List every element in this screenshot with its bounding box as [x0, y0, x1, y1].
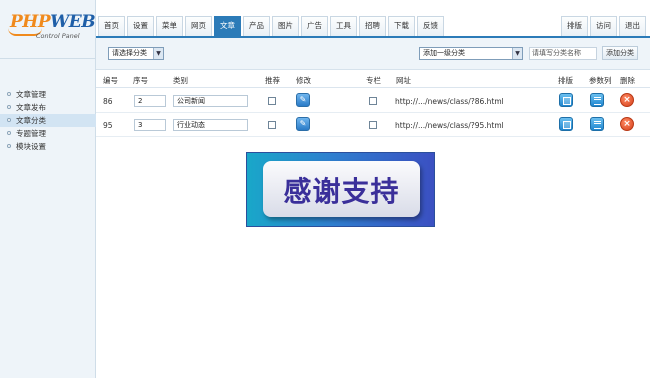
- sidebar-item-topic-manage[interactable]: 专题管理: [0, 127, 96, 140]
- header-order: 序号: [133, 76, 148, 85]
- header-recommend: 推荐: [265, 76, 280, 85]
- column-checkbox[interactable]: [369, 97, 377, 105]
- tab-menu[interactable]: 菜单: [156, 16, 183, 36]
- tab-home[interactable]: 首页: [98, 16, 125, 36]
- sidebar-item-article-publish[interactable]: 文章发布: [0, 101, 96, 114]
- recommend-checkbox[interactable]: [268, 121, 276, 129]
- tab-articles[interactable]: 文章: [214, 16, 241, 36]
- header-edit: 修改: [296, 76, 311, 85]
- phpweb-logo: PHPWEB Control Panel: [8, 12, 96, 46]
- sidebar-menu: 文章管理 文章发布 文章分类 专题管理 模块设置: [0, 88, 96, 153]
- bullet-icon: [7, 131, 11, 135]
- header-id: 编号: [103, 76, 118, 85]
- tab-tools[interactable]: 工具: [330, 16, 357, 36]
- logo-brand-web: WEB: [50, 12, 96, 32]
- sidebar-item-module-settings[interactable]: 模块设置: [0, 140, 96, 153]
- sidebar-item-label: 专题管理: [16, 129, 46, 138]
- tab-jobs[interactable]: 招聘: [359, 16, 386, 36]
- params-list-icon[interactable]: [590, 117, 604, 131]
- category-url: http://.../news/class/?95.html: [395, 121, 504, 130]
- category-name-field[interactable]: 公司新闻: [173, 95, 248, 107]
- order-input[interactable]: 3: [134, 119, 166, 131]
- sidebar-divider: [0, 58, 96, 59]
- sidebar: PHPWEB Control Panel 文章管理 文章发布 文章分类 专题管理…: [0, 0, 96, 378]
- sidebar-item-article-manage[interactable]: 文章管理: [0, 88, 96, 101]
- table-header: 编号 序号 类别 推荐 修改 专栏 网址 排版 参数列 删除: [96, 72, 650, 88]
- params-list-icon[interactable]: [590, 93, 604, 107]
- header-delete: 删除: [620, 76, 635, 85]
- recommend-checkbox[interactable]: [268, 97, 276, 105]
- order-input[interactable]: 2: [134, 95, 166, 107]
- category-select-value: 请选择分类: [112, 49, 147, 57]
- sidebar-item-article-category[interactable]: 文章分类: [0, 114, 96, 127]
- tab-logout[interactable]: 退出: [619, 16, 646, 36]
- sidebar-item-label: 文章发布: [16, 103, 46, 112]
- bullet-icon: [7, 118, 11, 122]
- table-row: 86 2 公司新闻 ✎ http://.../news/class/?86.ht…: [96, 89, 650, 113]
- top-nav: 首页 设置 菜单 网页 文章 产品 图片 广告 工具 招聘 下载 反馈 排版 访…: [96, 0, 650, 38]
- tab-images[interactable]: 图片: [272, 16, 299, 36]
- category-name-field[interactable]: 行业动态: [173, 119, 248, 131]
- tab-feedback[interactable]: 反馈: [417, 16, 444, 36]
- row-id: 86: [103, 97, 113, 106]
- chevron-down-icon: ▼: [153, 48, 163, 59]
- header-url: 网址: [396, 76, 411, 85]
- layout-icon[interactable]: [559, 117, 573, 131]
- logo-subtitle: Control Panel: [36, 32, 80, 40]
- tab-downloads[interactable]: 下载: [388, 16, 415, 36]
- delete-icon[interactable]: ×: [620, 117, 634, 131]
- edit-thumb-icon[interactable]: ✎: [296, 93, 310, 107]
- header-layout: 排版: [558, 76, 573, 85]
- logo-brand-php: PHP: [10, 12, 51, 32]
- category-select[interactable]: 请选择分类 ▼: [108, 47, 164, 60]
- bullet-icon: [7, 92, 11, 96]
- column-checkbox[interactable]: [369, 121, 377, 129]
- table-row: 95 3 行业动态 ✎ http://.../news/class/?95.ht…: [96, 113, 650, 137]
- thanks-banner: 感谢支持: [246, 152, 435, 227]
- header-column: 专栏: [366, 76, 381, 85]
- tab-settings[interactable]: 设置: [127, 16, 154, 36]
- banner-plate: 感谢支持: [263, 161, 420, 217]
- sidebar-item-label: 文章分类: [16, 116, 46, 125]
- right-tabs: 排版 访问 退出: [561, 16, 648, 36]
- category-toolbar: 请选择分类 ▼ 添加一级分类 ▼ 请填写分类名称 添加分类: [96, 38, 650, 70]
- tab-layout[interactable]: 排版: [561, 16, 588, 36]
- category-url: http://.../news/class/?86.html: [395, 97, 504, 106]
- sidebar-item-label: 模块设置: [16, 142, 46, 151]
- delete-icon[interactable]: ×: [620, 93, 634, 107]
- logo-brand: PHPWEB: [10, 12, 96, 32]
- bullet-icon: [7, 144, 11, 148]
- row-id: 95: [103, 121, 113, 130]
- tab-pages[interactable]: 网页: [185, 16, 212, 36]
- chevron-down-icon: ▼: [512, 48, 522, 59]
- tab-visits[interactable]: 访问: [590, 16, 617, 36]
- header-category: 类别: [173, 76, 188, 85]
- banner-text: 感谢支持: [283, 175, 400, 208]
- layout-icon[interactable]: [559, 93, 573, 107]
- edit-thumb-icon[interactable]: ✎: [296, 117, 310, 131]
- tab-products[interactable]: 产品: [243, 16, 270, 36]
- add-category-button[interactable]: 添加分类: [602, 46, 638, 60]
- main-tabs: 首页 设置 菜单 网页 文章 产品 图片 广告 工具 招聘 下载 反馈: [98, 16, 446, 36]
- parent-category-select-value: 添加一级分类: [423, 49, 465, 57]
- parent-category-select[interactable]: 添加一级分类 ▼: [419, 47, 523, 60]
- sidebar-item-label: 文章管理: [16, 90, 46, 99]
- bullet-icon: [7, 105, 11, 109]
- header-params: 参数列: [589, 76, 612, 85]
- tab-ads[interactable]: 广告: [301, 16, 328, 36]
- category-name-input[interactable]: 请填写分类名称: [529, 47, 597, 60]
